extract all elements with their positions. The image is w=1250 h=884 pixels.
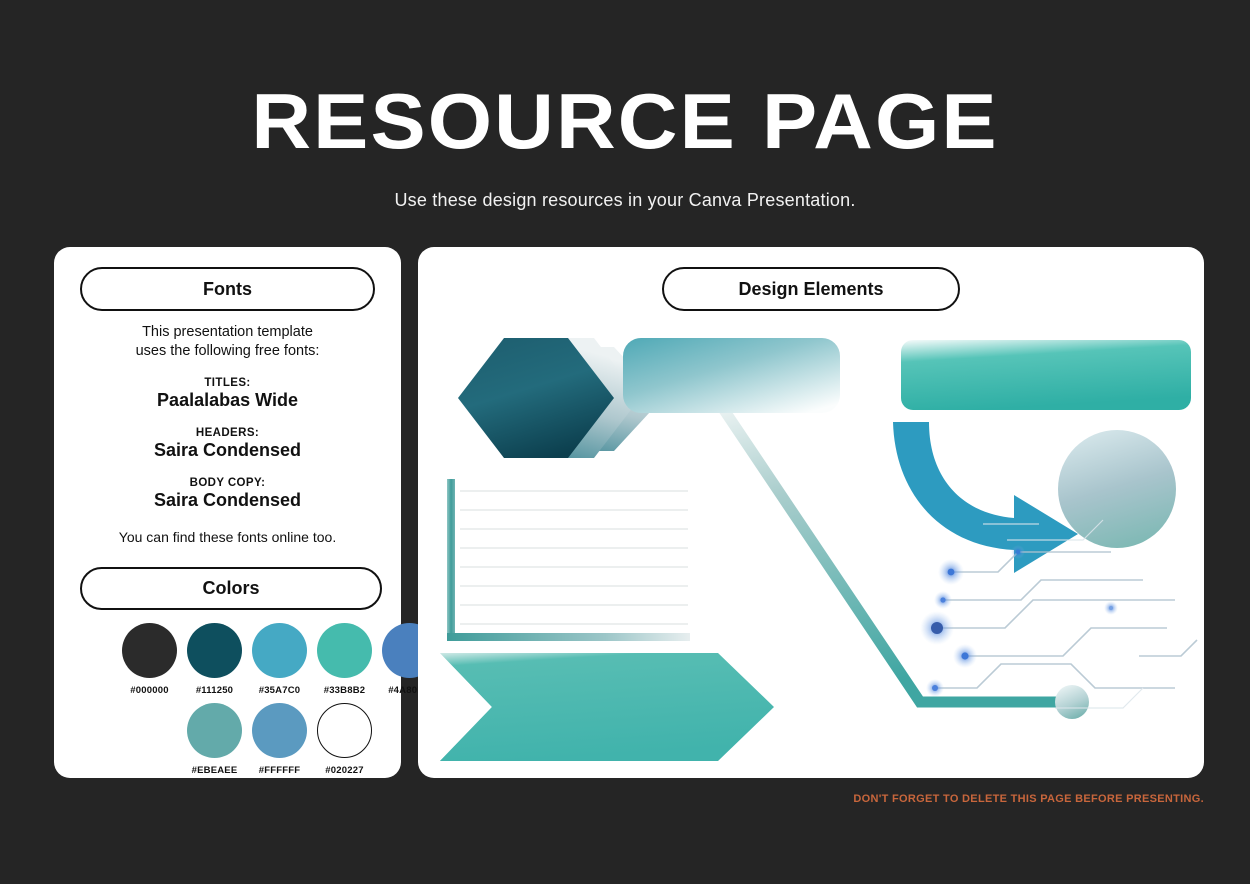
chevron-banner-shape [440, 653, 774, 761]
gradient-circle-shape [1058, 430, 1176, 548]
font-value-body-copy: Saira Condensed [153, 489, 302, 510]
color-swatch[interactable]: #FFFFFF [252, 703, 307, 776]
fonts-panel: Fonts This presentation template uses th… [54, 247, 437, 778]
teal-bar-shape [901, 340, 1191, 410]
color-swatch-dot[interactable] [187, 623, 242, 678]
fonts-pill-label: Fonts [203, 278, 252, 299]
fonts-intro: This presentation template uses the foll… [54, 323, 401, 361]
color-swatch-dot[interactable] [252, 623, 307, 678]
lined-frame-shape [447, 479, 690, 641]
font-group-titles: TITLES: Paalalabas Wide [54, 377, 401, 411]
font-group-headers: HEADERS: Saira Condensed [54, 427, 401, 461]
color-swatch[interactable]: #020227 [317, 703, 372, 776]
colors-section-header: Colors [80, 567, 382, 610]
font-label-titles: TITLES: [204, 376, 251, 389]
color-swatch[interactable]: #000000 [122, 623, 177, 696]
page-subtitle: Use these design resources in your Canva… [394, 190, 856, 210]
delete-page-warning: DON'T FORGET TO DELETE THIS PAGE BEFORE … [853, 793, 1204, 805]
fonts-intro-line-1: This presentation template [142, 324, 313, 340]
fonts-body: This presentation template uses the foll… [54, 323, 401, 545]
color-swatch[interactable]: #EBEAEE [187, 703, 242, 776]
color-swatch-dot[interactable] [122, 623, 177, 678]
design-elements-canvas [418, 247, 1204, 778]
fonts-section-header: Fonts [80, 267, 375, 311]
color-swatch[interactable]: #33B8B2 [317, 623, 372, 696]
color-swatch-hex-label: #EBEAEE [191, 765, 238, 776]
color-swatch-dot[interactable] [187, 703, 242, 758]
font-group-body-copy: BODY COPY: Saira Condensed [54, 477, 401, 511]
rounded-bar-shape [623, 338, 840, 413]
color-swatch-hex-label: #FFFFFF [258, 765, 301, 776]
curved-arrow-shape [893, 422, 1078, 573]
font-value-titles: Paalalabas Wide [157, 389, 298, 410]
resource-page-slide: RESOURCE PAGE Use these design resources… [0, 0, 1250, 884]
font-value-headers: Saira Condensed [153, 439, 302, 460]
design-elements-panel: Design Elements [418, 247, 1204, 778]
color-swatch-hex-label: #35A7C0 [258, 685, 301, 696]
color-swatch[interactable]: #35A7C0 [252, 623, 307, 696]
font-label-body-copy: BODY COPY: [189, 476, 266, 489]
color-swatch[interactable]: #111250 [187, 623, 242, 696]
color-swatch-dot[interactable] [317, 703, 372, 758]
color-swatch-dot[interactable] [317, 623, 372, 678]
fonts-intro-line-2: uses the following free fonts: [135, 342, 320, 359]
color-swatch-hex-label: #33B8B2 [323, 685, 366, 696]
color-swatch-row-2: #EBEAEE #FFFFFF #020227 [187, 703, 372, 776]
color-swatch-row-1: #000000 #111250 #35A7C0 #33B8B2 #4A80BE [122, 623, 437, 696]
font-label-headers: HEADERS: [195, 426, 260, 439]
page-title: RESOURCE PAGE [251, 77, 999, 165]
color-swatch-hex-label: #111250 [195, 685, 234, 696]
fonts-outro: You can find these fonts online too. [118, 528, 337, 545]
color-swatch-hex-label: #000000 [130, 685, 169, 696]
color-swatch-hex-label: #020227 [325, 765, 364, 776]
color-swatch-dot[interactable] [252, 703, 307, 758]
colors-pill-label: Colors [202, 578, 260, 598]
